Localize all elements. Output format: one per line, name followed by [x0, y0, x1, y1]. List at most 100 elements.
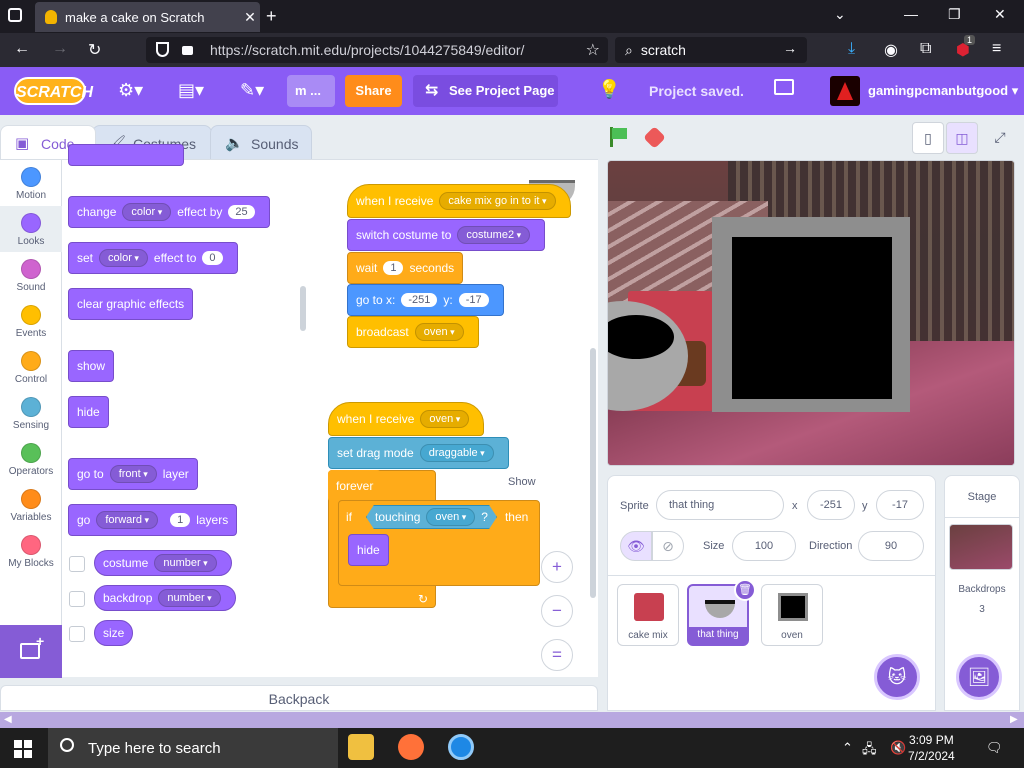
scroll-right-icon[interactable]: ▶ [1010, 714, 1018, 725]
backdrop-dropdown[interactable]: number [158, 589, 221, 607]
firefox-icon[interactable] [398, 734, 424, 760]
hide-sprite-eye-icon[interactable]: ⊘ [652, 531, 684, 561]
tab-sounds[interactable]: 🔈 Sounds [210, 125, 312, 161]
add-extension-button[interactable] [0, 625, 62, 678]
x-field[interactable]: -251 [807, 490, 855, 520]
costume-checkbox[interactable] [69, 556, 85, 572]
wait-seconds-input[interactable]: 1 [383, 261, 404, 275]
hide-block[interactable]: hide [348, 534, 389, 566]
sprite-thumb-oven[interactable]: oven [761, 584, 823, 646]
drag-mode-dropdown[interactable]: draggable [419, 444, 494, 462]
see-project-page-button[interactable]: ⇆ See Project Page [413, 75, 558, 107]
my-stuff-folder-icon[interactable] [774, 79, 794, 95]
change-effect-block[interactable]: change color effect by 25 [68, 196, 270, 228]
username[interactable]: gamingpcmanbutgood ▾ [868, 83, 1018, 99]
script-area[interactable]: when I receive cake mix go in to it swit… [311, 159, 598, 677]
taskbar-search[interactable]: Type here to search [48, 728, 338, 768]
zoom-out-button[interactable]: − [541, 595, 573, 627]
size-checkbox[interactable] [69, 626, 85, 642]
y-input[interactable]: -17 [458, 293, 489, 307]
downloads-icon[interactable]: ⤓ [848, 40, 855, 58]
browser-icon[interactable] [448, 734, 474, 760]
set-effect-block[interactable]: set color effect to 0 [68, 242, 238, 274]
hide-block[interactable]: hide [68, 396, 109, 428]
go-layers-block[interactable]: go forward 1 layers [68, 504, 238, 536]
back-icon[interactable]: ← [14, 40, 30, 58]
block-partial[interactable] [68, 144, 184, 166]
show-block[interactable]: show [68, 350, 115, 382]
search-text[interactable]: scratch [641, 42, 686, 58]
direction-field[interactable]: 90 [858, 531, 924, 561]
costume-dropdown[interactable]: number [154, 554, 217, 572]
list-all-tabs-icon[interactable] [8, 8, 22, 22]
message-dropdown[interactable]: cake mix go in to it [439, 192, 556, 210]
touching-block[interactable]: touching oven ? [366, 505, 497, 529]
forward-icon[interactable]: → [52, 40, 68, 58]
effect-dropdown[interactable]: color [99, 249, 148, 267]
extensions-icon[interactable]: ⧉ [920, 40, 931, 58]
category-control[interactable]: Control [0, 344, 62, 390]
broadcast-block[interactable]: broadcast oven [347, 316, 479, 348]
network-icon[interactable]: 🖧 [862, 740, 877, 762]
show-sprite-eye-icon[interactable]: 👁 [620, 531, 652, 561]
search-bar[interactable]: ⌕ scratch → [615, 37, 807, 63]
size-reporter[interactable]: size [94, 620, 134, 646]
clear-effects-block[interactable]: clear graphic effects [68, 288, 194, 320]
direction-dropdown[interactable]: forward [96, 511, 159, 529]
fullscreen-icon[interactable]: ⤢ [984, 122, 1016, 154]
close-tab-icon[interactable]: ✕ [240, 9, 260, 26]
volume-muted-icon[interactable]: 🔇 [890, 740, 906, 756]
category-sound[interactable]: Sound [0, 252, 62, 298]
restore-icon[interactable]: ❐ [948, 6, 961, 23]
switch-costume-block[interactable]: switch costume to costume2 [347, 219, 546, 251]
layers-input[interactable]: 1 [170, 513, 191, 527]
minimize-icon[interactable]: — [904, 6, 918, 22]
size-field[interactable]: 100 [732, 531, 796, 561]
normal-stage-button[interactable]: ◫ [946, 122, 978, 154]
green-flag-icon[interactable] [608, 127, 628, 147]
category-looks[interactable]: Looks [0, 206, 62, 252]
reload-icon[interactable]: ↻ [88, 40, 101, 60]
new-tab-icon[interactable]: + [266, 6, 277, 27]
tray-chevron-icon[interactable]: ⌃ [842, 740, 853, 756]
page-horizontal-scrollbar[interactable]: ◀ ▶ [0, 712, 1024, 728]
category-variables[interactable]: Variables [0, 482, 62, 528]
file-menu-icon[interactable]: ▤▾ [178, 80, 204, 101]
go-to-xy-block[interactable]: go to x: -251 y: -17 [347, 284, 504, 316]
delete-sprite-icon[interactable]: 🗑 [734, 579, 756, 601]
costume-reporter[interactable]: costume number [94, 550, 232, 576]
share-button[interactable]: Share [345, 75, 402, 107]
layer-dropdown[interactable]: front [109, 465, 157, 483]
file-explorer-icon[interactable] [348, 734, 374, 760]
hamburger-menu-icon[interactable]: ≡ [992, 40, 1001, 58]
y-field[interactable]: -17 [876, 490, 924, 520]
when-i-receive-hat[interactable]: when I receive oven [328, 402, 485, 436]
tab-list-chevron-icon[interactable]: ⌄ [834, 6, 846, 23]
settings-gear-icon[interactable]: ⚙▾ [118, 80, 143, 101]
stage-canvas[interactable] [607, 160, 1015, 466]
search-go-icon[interactable]: → [783, 40, 797, 56]
category-my-blocks[interactable]: My Blocks [0, 528, 62, 574]
lock-icon[interactable] [182, 46, 193, 55]
when-i-receive-hat[interactable]: when I receive cake mix go in to it [347, 184, 571, 218]
url-text[interactable]: https://scratch.mit.edu/projects/1044275… [210, 42, 524, 58]
backdrop-reporter[interactable]: backdrop number [94, 585, 236, 611]
broadcast-dropdown[interactable]: oven [414, 323, 464, 341]
effect-value-input[interactable]: 0 [202, 251, 223, 265]
backdrop-checkbox[interactable] [69, 591, 85, 607]
effect-dropdown[interactable]: color [122, 203, 172, 221]
bookmark-star-icon[interactable]: ☆ [586, 40, 600, 60]
url-bar[interactable]: https://scratch.mit.edu/projects/1044275… [146, 37, 608, 63]
backpack[interactable]: Backpack [0, 685, 598, 711]
sprite-thumb-cake-mix[interactable]: cake mix [617, 584, 679, 646]
set-drag-mode-block[interactable]: set drag mode draggable [328, 437, 509, 469]
notifications-icon[interactable]: 🗨 [986, 740, 1003, 756]
category-sensing[interactable]: Sensing [0, 390, 62, 436]
lightbulb-icon[interactable]: 💡 [598, 79, 620, 100]
clock[interactable]: 3:09 PM 7/2/2024 [908, 732, 955, 764]
taskbar-search-placeholder[interactable]: Type here to search [88, 740, 221, 757]
close-window-icon[interactable]: ✕ [994, 6, 1006, 23]
effect-amount-input[interactable]: 25 [228, 205, 255, 219]
sprite-name-field[interactable]: that thing [656, 490, 784, 520]
x-input[interactable]: -251 [401, 293, 438, 307]
